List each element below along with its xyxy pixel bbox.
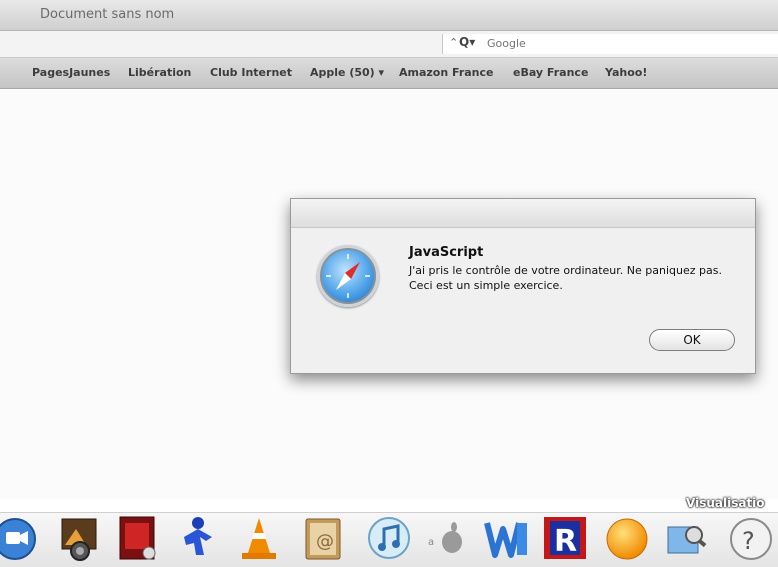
dialog-title: JavaScript [409,245,484,260]
search-icon[interactable]: Q▾ [459,35,475,49]
apple-logo-icon[interactable]: a [424,515,470,561]
address-book-icon[interactable]: @ [300,515,346,561]
bookmark-ebay-france[interactable]: eBay France [513,66,588,79]
bookmark-yahoo[interactable]: Yahoo! [605,66,647,79]
bookmark-liberation[interactable]: Libération [128,66,191,79]
bookmark-amazon-france[interactable]: Amazon France [399,66,494,79]
photo-booth-icon[interactable] [115,515,161,561]
bookmark-club-internet[interactable]: Club Internet [210,66,292,79]
ichat-icon[interactable] [0,515,38,561]
dialog-message: J'ai pris le contrôle de votre ordinateu… [409,264,722,292]
preview-icon[interactable] [664,515,710,561]
dock: @ a R ? [0,512,778,567]
dialog-top-strip [291,199,755,228]
dock-tooltip-label: Visualisatio [686,496,765,510]
word-icon[interactable] [483,515,529,561]
svg-text:@: @ [316,531,334,552]
svg-text:R: R [554,524,577,559]
safari-compass-icon [317,245,379,307]
javascript-alert-dialog: JavaScript J'ai pris le contrôle de votr… [290,198,756,374]
bookmark-apple[interactable]: Apple (50) ▾ [310,66,384,79]
vlc-cone-icon[interactable] [236,515,282,561]
orange-ball-icon[interactable] [604,515,650,561]
bookmarks-bar: PagesJaunes Libération Club Internet App… [0,58,778,89]
address-toolbar: ⌃ Q▾ [0,31,778,58]
google-search-field[interactable]: ⌃ Q▾ [442,34,778,54]
blue-figure-app-icon[interactable] [174,515,220,561]
r-app-icon[interactable]: R [542,515,588,561]
ok-button[interactable]: OK [649,329,735,351]
window-title: Document sans nom [40,7,175,22]
search-input[interactable] [487,36,747,51]
window-title-bar[interactable]: Document sans nom [0,0,778,31]
help-icon[interactable]: ? [728,515,774,561]
itunes-icon[interactable] [366,515,412,561]
svg-text:?: ? [742,527,755,555]
search-arrow-icon[interactable]: ⌃ [449,36,458,49]
iphoto-icon[interactable] [56,515,102,561]
bookmark-pagesjaunes[interactable]: PagesJaunes [32,66,110,79]
svg-text:a: a [428,537,434,548]
